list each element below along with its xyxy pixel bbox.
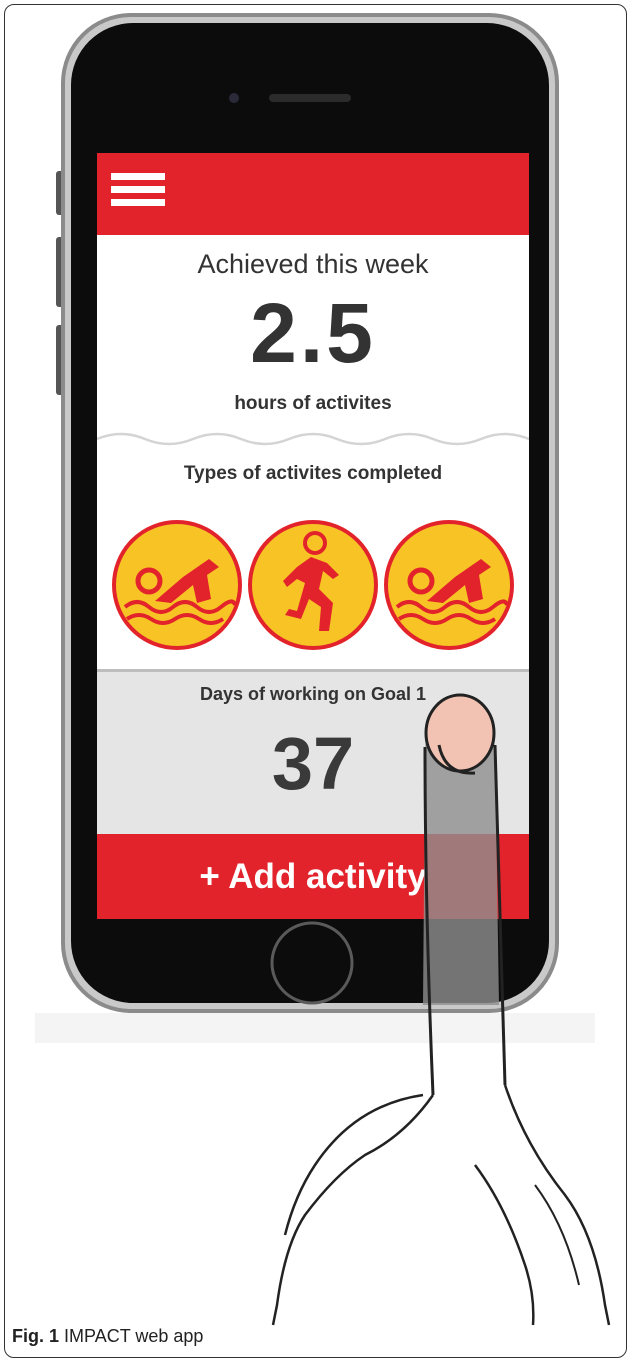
app-screen: Achieved this week 2.5 hours of activite… (97, 153, 529, 919)
hours-unit-label: hours of activites (234, 393, 392, 414)
goal-days-panel: Days of working on Goal 1 37 (97, 672, 529, 834)
swimming-icon (112, 520, 242, 650)
wave-divider (97, 432, 529, 446)
figure-caption-text: IMPACT web app (64, 1326, 204, 1346)
goal-days-title: Days of working on Goal 1 (199, 684, 427, 704)
hours-value: 2.5 (250, 286, 376, 380)
add-activity-button[interactable]: + Add activity (97, 834, 529, 919)
figure-label: Fig. 1 (12, 1326, 60, 1346)
top-bar (97, 153, 529, 235)
activity-types-title: Types of activites completed (183, 463, 443, 484)
figure-frame: Achieved this week 2.5 hours of activite… (4, 4, 627, 1358)
achieved-title: Achieved this week (197, 249, 429, 279)
hamburger-menu-icon[interactable] (111, 173, 165, 213)
swimming-icon (384, 520, 514, 650)
running-icon (248, 520, 378, 650)
figure-caption: Fig. 1 IMPACT web app (12, 1326, 203, 1347)
goal-days-value: 37 (271, 722, 355, 805)
activity-icons-row (97, 519, 529, 651)
